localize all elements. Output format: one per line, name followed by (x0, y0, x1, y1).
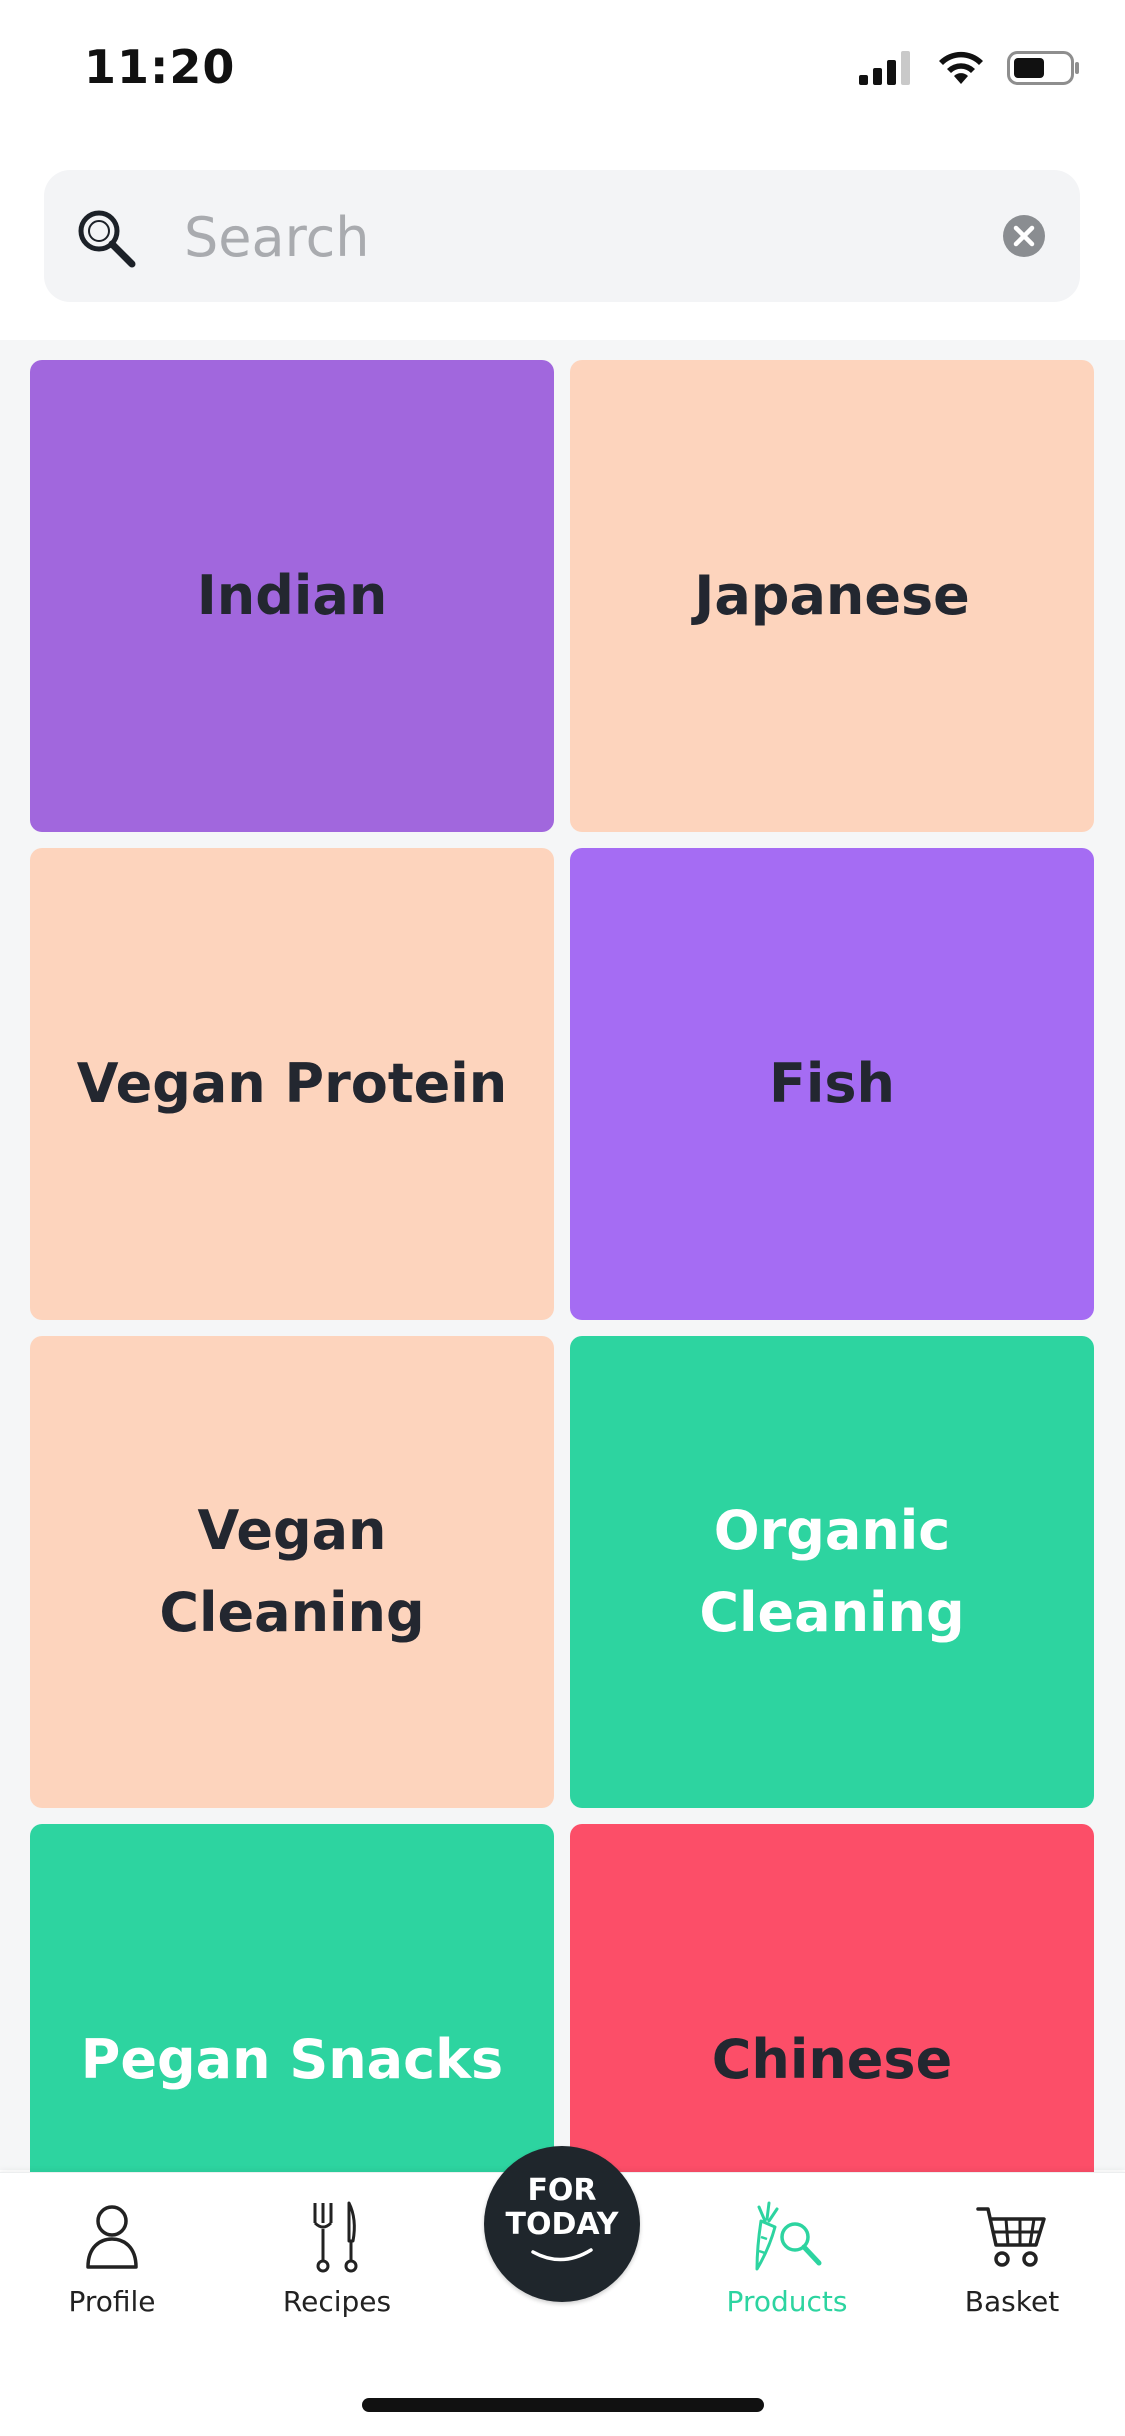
tab-profile[interactable]: Profile (12, 2197, 212, 2327)
search-bar[interactable] (44, 170, 1080, 302)
app-screen: 11:20 Search Indian Japanese Vegan Prote… (0, 0, 1125, 2436)
recipes-icon (313, 2201, 358, 2273)
category-label: Vegan Cleaning (159, 1499, 425, 1644)
tab-label: Basket (964, 2285, 1060, 2318)
for-today-button[interactable]: FOR TODAY (484, 2146, 640, 2302)
search-icon (78, 210, 136, 268)
tab-basket[interactable]: Basket (912, 2197, 1112, 2327)
products-icon (755, 2201, 822, 2271)
clear-search-icon[interactable] (1002, 214, 1046, 258)
category-grid: Indian Japanese Vegan Protein Fish Vegan… (0, 340, 1125, 2296)
status-icons (859, 50, 1081, 86)
category-label: Organic Cleaning (699, 1499, 965, 1644)
category-label: Indian (196, 564, 388, 627)
category-label: Pegan Snacks (80, 2028, 504, 2091)
status-bar: 11:20 (0, 0, 1125, 140)
tab-recipes[interactable]: Recipes (237, 2197, 437, 2327)
smile-icon (531, 2248, 593, 2262)
category-tile-organic-cleaning[interactable]: Organic Cleaning (570, 1336, 1094, 1808)
category-tile-vegan-protein[interactable]: Vegan Protein (30, 848, 554, 1320)
profile-icon (86, 2205, 138, 2269)
tab-label: Profile (68, 2285, 156, 2318)
search-input[interactable] (182, 192, 1006, 282)
tab-label: Products (726, 2285, 848, 2318)
for-today-line2: TODAY (505, 2207, 619, 2242)
tab-products[interactable]: Products (687, 2197, 887, 2327)
wifi-icon (939, 51, 983, 84)
category-label: Chinese (711, 2028, 953, 2091)
category-label: Fish (769, 1052, 895, 1115)
category-tile-vegan-cleaning[interactable]: Vegan Cleaning (30, 1336, 554, 1808)
for-today-line1: FOR (527, 2173, 597, 2208)
status-time: 11:20 (84, 40, 236, 94)
category-label: Japanese (694, 564, 970, 627)
cellular-signal-icon (859, 51, 910, 85)
category-tile-indian[interactable]: Indian (30, 360, 554, 832)
category-tile-japanese[interactable]: Japanese (570, 360, 1094, 832)
battery-icon (1007, 51, 1079, 85)
basket-icon (976, 2207, 1046, 2267)
category-tile-fish[interactable]: Fish (570, 848, 1094, 1320)
category-label: Vegan Protein (76, 1052, 508, 1115)
home-indicator (362, 2398, 764, 2412)
tab-label: Recipes (282, 2285, 392, 2318)
